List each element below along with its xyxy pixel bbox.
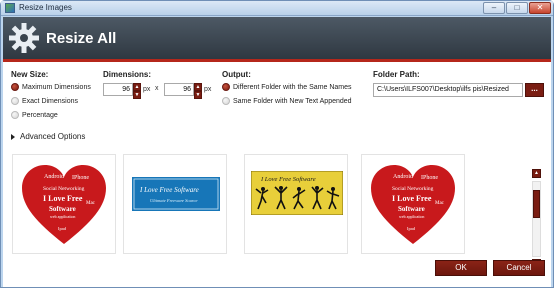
radio-button[interactable] <box>11 97 19 105</box>
thumbnail-item[interactable]: I Love Free Software <box>244 154 348 254</box>
scroll-up-icon[interactable]: ▲ <box>532 169 541 178</box>
new-size-heading: New Size: <box>11 70 49 79</box>
expand-arrow-icon[interactable] <box>11 133 15 140</box>
window-title: Resize Images <box>19 3 72 12</box>
width-input[interactable]: 96 <box>103 83 133 96</box>
heart-text-mac: Mac <box>435 201 445 206</box>
blue-banner-title: I Love Free Software <box>139 186 199 194</box>
height-input[interactable]: 96 <box>164 83 194 96</box>
heart-text-android: Android <box>44 174 64 180</box>
width-spin-buttons[interactable]: ▲ ▼ <box>133 83 141 99</box>
heart-text-iphone: IPhone <box>421 175 438 181</box>
app-icon <box>5 3 15 13</box>
ok-button[interactable]: OK <box>435 260 487 276</box>
heart-text-android: Android <box>393 174 413 180</box>
dialog-client-area: Resize All New Size: Maximum Dimensions … <box>3 17 551 287</box>
radio-button-checked[interactable] <box>222 83 230 91</box>
dimension-separator: x <box>155 85 159 92</box>
minimize-button[interactable]: – <box>483 2 505 14</box>
heart-text-love: I Love Free <box>392 194 432 203</box>
heart-text-love: I Love Free <box>43 194 83 203</box>
radio-label: Same Folder with New Text Appended <box>233 97 352 105</box>
browse-folder-button[interactable]: ... <box>525 83 544 97</box>
folder-path-heading: Folder Path: <box>373 70 420 79</box>
heart-text-software: Software <box>49 205 76 213</box>
radio-percentage[interactable]: Percentage <box>11 111 58 119</box>
output-heading: Output: <box>222 70 251 79</box>
thumbnail-item[interactable]: I Love Free Software Ultimate Freeware S… <box>123 154 227 254</box>
height-spin-buttons[interactable]: ▲ ▼ <box>194 83 202 99</box>
page-title: Resize All <box>46 30 117 47</box>
advanced-options-toggle[interactable]: Advanced Options <box>11 132 85 141</box>
thumbnail-item[interactable]: Android IPhone Social Networking I Love … <box>361 154 465 254</box>
heart-text-webapp: web application <box>50 214 75 219</box>
folder-path-input[interactable]: C:\Users\ILFS007\Desktop\ilfs pis\Resize… <box>373 83 523 97</box>
width-unit: px <box>143 86 151 93</box>
maximize-button[interactable]: □ <box>506 2 528 14</box>
dancers-banner-title: I Love Free Software <box>260 176 316 183</box>
radio-label: Percentage <box>22 111 58 119</box>
header-divider <box>3 59 551 62</box>
radio-maximum-dimensions[interactable]: Maximum Dimensions <box>11 83 91 91</box>
advanced-options-label: Advanced Options <box>20 132 86 141</box>
thumbnail-item[interactable]: Android IPhone Social Networking I Love … <box>12 154 116 254</box>
radio-same-folder[interactable]: Same Folder with New Text Appended <box>222 97 352 105</box>
increment-icon[interactable]: ▲ <box>194 83 202 91</box>
radio-label: Different Folder with the Same Names <box>233 83 352 91</box>
scroll-thumb[interactable] <box>533 190 540 218</box>
decrement-icon[interactable]: ▼ <box>133 91 141 99</box>
heart-text-social: Social Networking <box>392 186 434 192</box>
radio-label: Exact Dimensions <box>22 97 79 105</box>
heart-text-ipad: Ipad <box>58 226 67 231</box>
radio-exact-dimensions[interactable]: Exact Dimensions <box>11 97 78 105</box>
heart-text-webapp: web application <box>399 214 424 219</box>
radio-label: Maximum Dimensions <box>22 83 91 91</box>
blue-banner-image: I Love Free Software Ultimate Freeware S… <box>132 177 220 211</box>
thumbnail-gallery: Android IPhone Social Networking I Love … <box>3 154 551 270</box>
radio-button-checked[interactable] <box>11 83 19 91</box>
scroll-track[interactable] <box>532 181 541 257</box>
close-button[interactable]: ✕ <box>529 2 551 14</box>
cancel-button[interactable]: Cancel <box>493 260 545 276</box>
resize-images-window: Resize Images – □ ✕ Resize All New Size:… <box>0 0 554 288</box>
radio-button[interactable] <box>11 111 19 119</box>
title-bar[interactable]: Resize Images – □ ✕ <box>1 1 553 16</box>
decrement-icon[interactable]: ▼ <box>194 91 202 99</box>
dancers-banner-image: I Love Free Software <box>251 171 343 215</box>
heart-text-iphone: IPhone <box>72 175 89 181</box>
increment-icon[interactable]: ▲ <box>133 83 141 91</box>
blue-banner-subtitle: Ultimate Freeware Source <box>150 198 198 203</box>
heart-image: Android IPhone Social Networking I Love … <box>371 165 455 244</box>
heart-text-ipad: Ipad <box>407 226 416 231</box>
height-stepper[interactable]: 96 ▲ ▼ px <box>164 83 212 99</box>
dimensions-heading: Dimensions: <box>103 70 152 79</box>
width-stepper[interactable]: 96 ▲ ▼ px <box>103 83 151 99</box>
heart-text-mac: Mac <box>86 201 96 206</box>
height-unit: px <box>204 86 212 93</box>
dialog-header: Resize All <box>3 17 551 59</box>
heart-text-software: Software <box>398 205 425 213</box>
gear-icon <box>9 23 39 53</box>
radio-button[interactable] <box>222 97 230 105</box>
heart-text-social: Social Networking <box>43 186 85 192</box>
radio-different-folder[interactable]: Different Folder with the Same Names <box>222 83 352 91</box>
heart-image: Android IPhone Social Networking I Love … <box>22 165 106 244</box>
thumbnail-scrollbar[interactable]: ▲ ▼ <box>529 169 543 269</box>
